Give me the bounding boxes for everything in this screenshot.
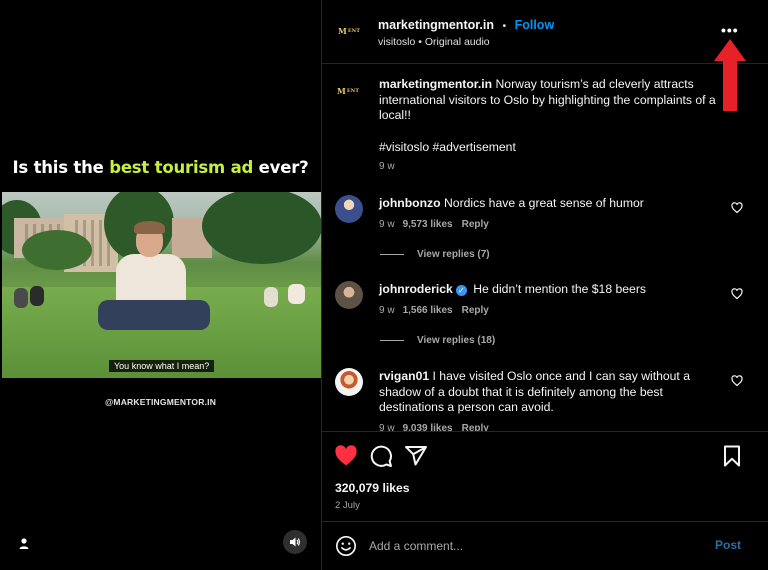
comment-body: johnbonzo Nordics have a great sense of … <box>379 196 724 212</box>
heart-outline-icon[interactable] <box>731 288 743 300</box>
follow-button[interactable]: Follow <box>515 18 555 32</box>
add-comment-bar: Post <box>322 521 768 570</box>
author-avatar[interactable]: M ENT <box>336 18 362 44</box>
person-icon[interactable] <box>17 537 31 551</box>
author-line: marketingmentor.in • Follow <box>378 16 554 34</box>
comment-text: He didn’t mention the $18 beers <box>473 282 646 296</box>
video-subtitle: You know what I mean? <box>109 360 215 372</box>
background-person <box>288 284 305 304</box>
comment-likes[interactable]: 1,566 likes <box>403 305 453 316</box>
replies-divider <box>380 254 404 255</box>
tree-shape <box>22 230 92 270</box>
post-date: 2 July <box>335 500 360 511</box>
avatar-letter: M <box>338 26 347 36</box>
author-avatar[interactable]: M ENT <box>335 78 361 104</box>
view-replies-label: View replies (7) <box>417 249 490 260</box>
reply-button[interactable]: Reply <box>462 423 489 431</box>
comment-bubble-icon[interactable] <box>369 444 393 468</box>
main-person <box>98 192 218 378</box>
audio-source-link[interactable]: visitoslo • Original audio <box>378 36 490 48</box>
comment-likes[interactable]: 9,573 likes <box>403 219 453 230</box>
video-frame[interactable]: You know what I mean? <box>2 192 321 378</box>
comment-age: 9 w <box>379 219 395 230</box>
comment-meta: 9 w 9,573 likes Reply <box>379 219 489 230</box>
comment-body: johnroderick ✓ He didn’t mention the $18 … <box>379 282 724 298</box>
reply-button[interactable]: Reply <box>462 219 489 230</box>
comment-body: rvigan01 I have visited Oslo once and I … <box>379 369 724 416</box>
view-replies-label: View replies (18) <box>417 335 496 346</box>
comment-meta: 9 w 1,566 likes Reply <box>379 305 489 316</box>
sound-toggle-button[interactable] <box>283 530 307 554</box>
headline-text-end: ever? <box>253 158 309 177</box>
comments-section[interactable]: M ENT marketingmentor.in Norway tourism’s… <box>322 64 768 431</box>
background-person <box>30 286 44 306</box>
comment-text: Nordics have a great sense of humor <box>443 196 644 210</box>
video-headline: Is this the best tourism ad ever? <box>0 158 321 177</box>
headline-text-start: Is this the <box>12 158 110 177</box>
emoji-icon[interactable] <box>335 535 357 557</box>
background-person <box>14 288 28 308</box>
more-options-button[interactable]: ••• <box>721 22 739 38</box>
caption-hashtags[interactable]: #visitoslo #advertisement <box>379 140 724 156</box>
post-comment-button[interactable]: Post <box>715 538 741 552</box>
view-replies-button[interactable]: View replies (7) <box>380 249 490 260</box>
caption-body: marketingmentor.in Norway tourism’s ad c… <box>379 77 724 155</box>
video-watermark: @MARKETINGMENTOR.IN <box>104 397 217 407</box>
reply-button[interactable]: Reply <box>462 305 489 316</box>
replies-divider <box>380 340 404 341</box>
comment-age: 9 w <box>379 423 395 431</box>
separator-dot: • <box>502 20 507 32</box>
author-username[interactable]: marketingmentor.in <box>378 18 494 32</box>
comment-username[interactable]: johnbonzo <box>379 196 441 210</box>
likes-count[interactable]: 320,079 likes <box>335 481 410 495</box>
comment-age: 9 w <box>379 305 395 316</box>
reel-video-player[interactable]: Is this the best tourism ad ever? You kn… <box>0 0 321 570</box>
comment-input[interactable] <box>369 536 669 556</box>
caption-username[interactable]: marketingmentor.in <box>379 77 492 91</box>
commenter-avatar[interactable] <box>335 281 363 309</box>
view-replies-button[interactable]: View replies (18) <box>380 335 495 346</box>
headline-highlight: best tourism ad <box>109 158 254 177</box>
avatar-sub-letters: ENT <box>346 88 359 94</box>
tree-shape <box>202 192 321 264</box>
background-person <box>264 287 278 307</box>
caption-age: 9 w <box>379 161 395 172</box>
heart-outline-icon[interactable] <box>731 202 743 214</box>
avatar-letter: M <box>337 86 346 96</box>
comment-username[interactable]: rvigan01 <box>379 369 429 383</box>
heart-filled-icon[interactable] <box>334 444 358 468</box>
comment-meta: 9 w 9,039 likes Reply <box>379 423 489 431</box>
avatar-sub-letters: ENT <box>347 28 360 34</box>
bookmark-icon[interactable] <box>720 444 744 468</box>
commenter-avatar[interactable] <box>335 195 363 223</box>
comment-username[interactable]: johnroderick <box>379 282 453 296</box>
speaker-icon <box>290 537 300 547</box>
commenter-avatar[interactable] <box>335 368 363 396</box>
person-legs <box>98 300 210 330</box>
person-hair <box>134 221 165 234</box>
comment-likes[interactable]: 9,039 likes <box>403 423 453 431</box>
heart-outline-icon[interactable] <box>731 375 743 387</box>
post-header: M ENT marketingmentor.in • Follow visitos… <box>322 0 768 111</box>
post-details-panel: M ENT marketingmentor.in • Follow visitos… <box>321 0 768 570</box>
post-actions-bar: 320,079 likes 2 July <box>322 431 768 521</box>
verified-badge-icon: ✓ <box>455 285 467 296</box>
paper-plane-icon[interactable] <box>404 444 428 468</box>
